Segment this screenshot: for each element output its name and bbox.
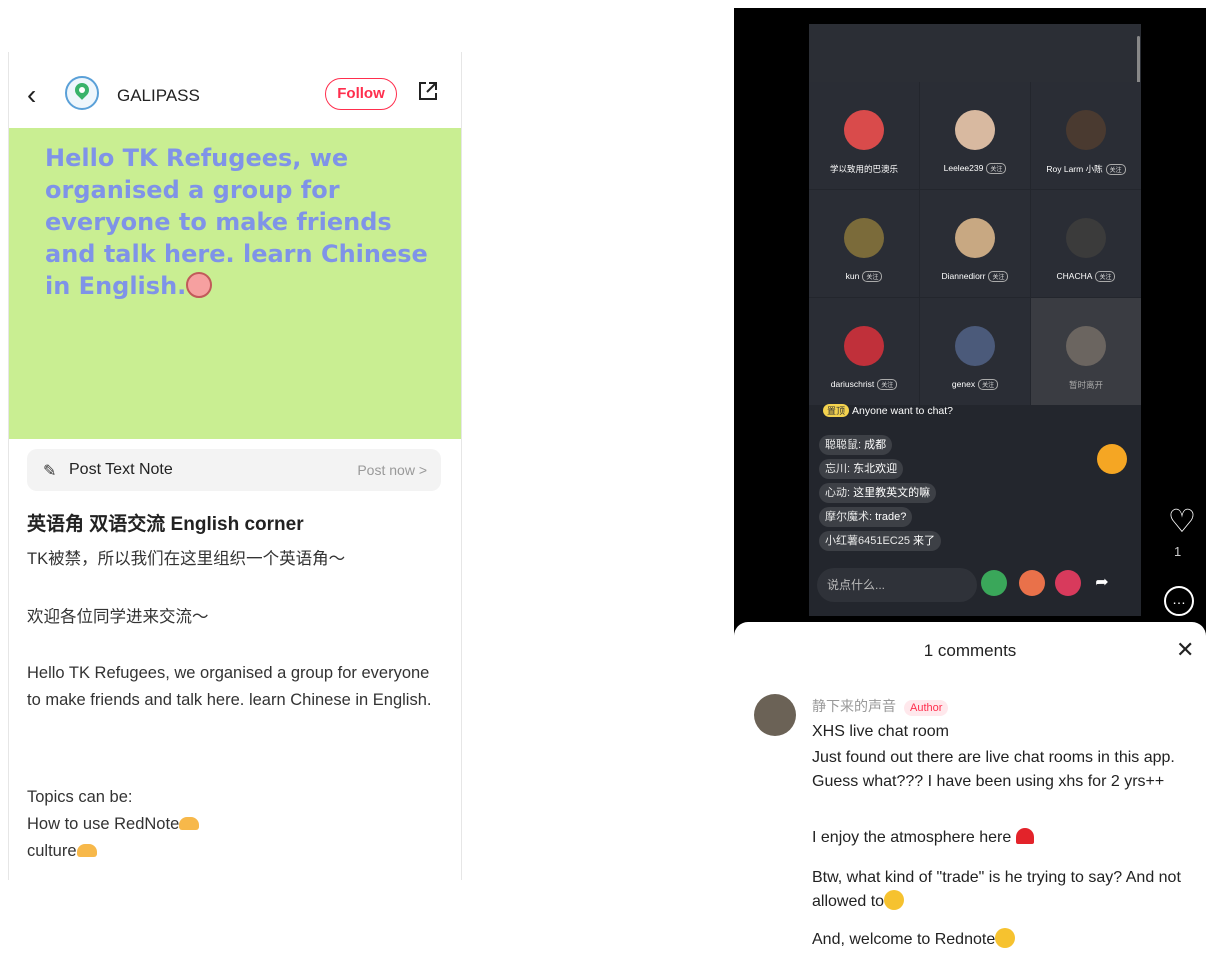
participant-tile[interactable]: kun 关注	[809, 190, 919, 297]
participant-name: Roy Larm 小陈 关注	[1031, 163, 1141, 175]
account-name[interactable]: GALIPASS	[117, 86, 200, 106]
participant-tile[interactable]: dariuschrist 关注	[809, 298, 919, 405]
comment-line: Just found out there are live chat rooms…	[812, 749, 1175, 790]
commenter-avatar[interactable]	[754, 694, 796, 736]
pencil-icon: ✎	[43, 463, 57, 480]
avatar	[1066, 326, 1106, 366]
participant-name: genex 关注	[920, 379, 1030, 390]
participant-tile[interactable]: genex 关注	[920, 298, 1030, 405]
topics-heading: Topics can be:	[27, 788, 133, 806]
author-badge: Author	[904, 700, 949, 716]
avatar	[844, 110, 884, 150]
note-title: 英语角 双语交流 English corner	[27, 514, 304, 535]
participant-name: 学以致用的巴澳乐	[829, 164, 898, 174]
gift-icon[interactable]	[1055, 570, 1081, 596]
post-now-link[interactable]: Post now >	[357, 462, 427, 478]
close-icon[interactable]: ✕	[1176, 637, 1194, 663]
whatsapp-icon[interactable]	[981, 570, 1007, 596]
share-arrow-icon[interactable]: ➦	[1089, 570, 1115, 596]
like-heart-icon[interactable]: ♡	[1166, 505, 1198, 538]
comment-line: And, welcome to Rednote	[812, 928, 1192, 952]
participant-name: 暂时离开	[1068, 380, 1103, 390]
participant-tile[interactable]: Roy Larm 小陈 关注	[1031, 82, 1141, 189]
post-panel: ‹ GALIPASS Follow Hello TK Refugees, we …	[8, 52, 462, 880]
comment-bubble-icon[interactable]: …	[1164, 586, 1194, 616]
post-header: ‹ GALIPASS Follow	[9, 52, 461, 128]
comments-sheet: 1 comments ✕ 静下来的声音 Author XHS live chat …	[734, 622, 1206, 956]
note-paragraph: TK被禁，所以我们在这里组织一个英语角～	[27, 550, 346, 568]
participant-tile[interactable]: CHACHA 关注	[1031, 190, 1141, 297]
chat-input[interactable]: 说点什么...	[817, 568, 977, 602]
note-topics: Topics can be: How to use RedNote cultur…	[27, 784, 447, 865]
participant-name: CHACHA 关注	[1031, 271, 1141, 282]
participant-tile[interactable]: Diannediorr 关注	[920, 190, 1030, 297]
live-header	[809, 24, 1141, 82]
chat-message: 心动: 这里教英文的嘛	[819, 483, 937, 503]
pinned-message: 置顶 Anyone want to chat?	[823, 404, 953, 417]
comment-line: I enjoy the atmosphere here	[812, 826, 1192, 850]
chat-message: 摩尔魔术: trade?	[819, 507, 913, 527]
post-text-note-label: Post Text Note	[69, 461, 173, 478]
participant-name: Leelee239 关注	[920, 163, 1030, 174]
participant-name: dariuschrist 关注	[809, 379, 919, 390]
comment-line: XHS live chat room	[812, 723, 949, 740]
avatar	[955, 110, 995, 150]
gift-sticker-icon[interactable]	[1097, 444, 1127, 474]
participant-tile[interactable]: Leelee239 关注	[920, 82, 1030, 189]
topic-item: culture	[27, 838, 447, 865]
post-text-note-bar[interactable]: ✎ Post Text Note Post now >	[27, 449, 441, 491]
red-heart-emoji-icon	[1015, 828, 1034, 844]
share-icon[interactable]	[417, 80, 439, 102]
topic-item: How to use RedNote	[27, 811, 447, 838]
comment-line: Btw, what kind of "trade" is he trying t…	[812, 869, 1181, 910]
avatar	[955, 218, 995, 258]
thinking-emoji-icon	[884, 890, 905, 910]
chat-message: 小红薯6451EC25 来了	[819, 531, 942, 551]
avatar	[844, 326, 884, 366]
banner-text: Hello TK Refugees, we organised a group …	[45, 144, 428, 300]
avatar	[1066, 218, 1106, 258]
chat-message: 聪聪鼠: 成都	[819, 435, 893, 455]
avatar	[955, 326, 995, 366]
back-arrow-icon[interactable]: ‹	[27, 80, 47, 112]
live-chat-room: 学以致用的巴澳乐 Leelee239 关注 Roy Larm 小陈 关注 kun 关注…	[809, 24, 1141, 616]
note-paragraph: 欢迎各位同学进来交流～	[27, 608, 209, 626]
participant-tile[interactable]: 学以致用的巴澳乐	[809, 82, 919, 189]
participant-name: Diannediorr 关注	[920, 271, 1030, 282]
avatar	[844, 218, 884, 258]
translate-icon[interactable]	[1019, 570, 1045, 596]
note-paragraph: Hello TK Refugees, we organised a group …	[27, 664, 432, 709]
commenter-name[interactable]: 静下来的声音 Author	[812, 696, 949, 716]
comments-title: 1 comments	[923, 641, 1017, 660]
follow-button[interactable]: Follow	[325, 78, 397, 110]
participant-name: kun 关注	[809, 271, 919, 282]
hug-emoji-icon	[995, 928, 1016, 948]
heart-hands-emoji-icon	[76, 844, 97, 857]
heart-hands-emoji-icon	[179, 817, 200, 830]
avatar	[1066, 110, 1106, 150]
participant-tile[interactable]: 暂时离开	[1031, 298, 1141, 405]
like-count: 1	[1174, 544, 1182, 559]
peach-emoji-icon	[186, 272, 213, 298]
galipass-logo[interactable]	[65, 76, 99, 110]
post-image: Hello TK Refugees, we organised a group …	[9, 128, 461, 439]
chat-message: 忘川: 东北欢迎	[819, 459, 904, 479]
